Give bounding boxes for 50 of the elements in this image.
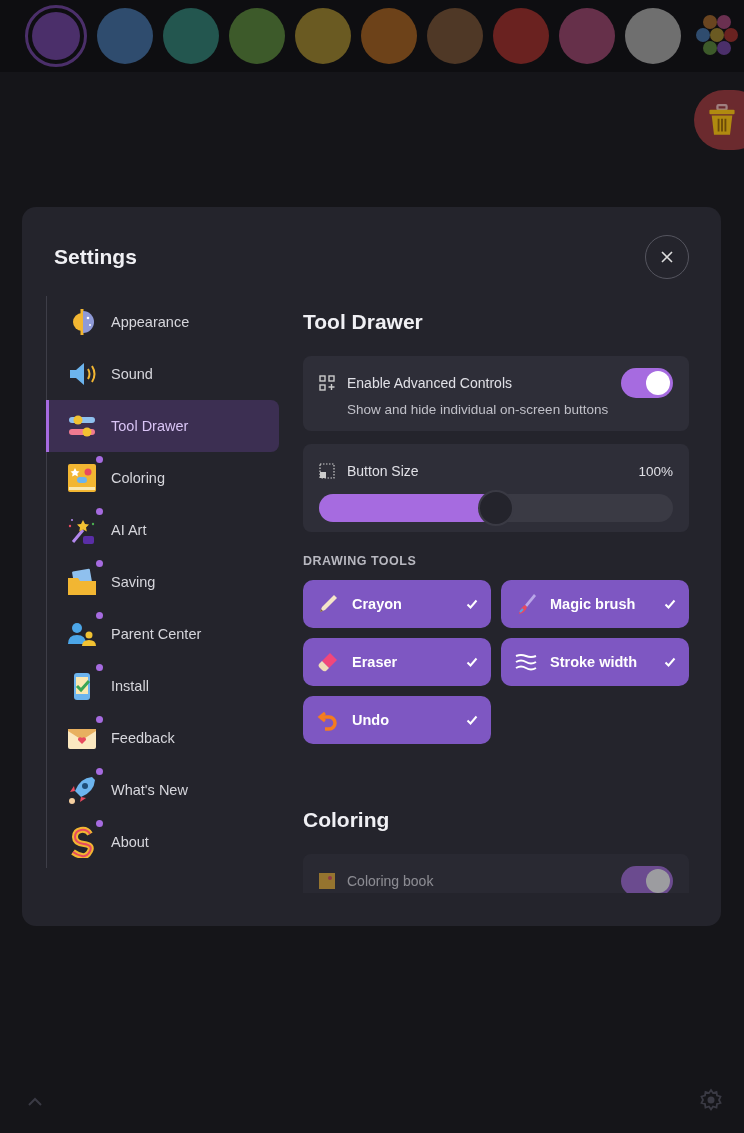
color-hexagons-icon[interactable] [695, 14, 739, 58]
resize-icon [319, 463, 335, 479]
dialog-title: Settings [54, 245, 137, 269]
sidebar-item[interactable]: Sound [46, 348, 279, 400]
setting-label: Coloring book [347, 873, 435, 889]
settings-icon[interactable] [699, 1088, 723, 1112]
picture-book-icon [66, 462, 98, 494]
tool-toggle[interactable]: Magic brush [501, 580, 689, 628]
color-swatch[interactable] [427, 8, 483, 64]
slider-value: 100% [638, 463, 673, 479]
close-icon [661, 251, 673, 263]
tool-toggle[interactable]: Crayon [303, 580, 491, 628]
tool-toggle[interactable]: Eraser [303, 638, 491, 686]
sidebar-item[interactable]: Coloring [46, 452, 279, 504]
tool-toggle[interactable]: Stroke width [501, 638, 689, 686]
section-label: DRAWING TOOLS [303, 554, 418, 568]
setting-description: Show and hide individual on-screen buttons [347, 402, 610, 417]
picture-book-icon [319, 873, 335, 889]
folder-photo-icon [66, 566, 98, 598]
sidebar-item[interactable]: AI Art [46, 504, 279, 556]
sidebar-item[interactable]: Tool Drawer [46, 400, 279, 452]
color-swatch[interactable] [625, 8, 681, 64]
color-swatch[interactable] [163, 8, 219, 64]
toggle-switch[interactable] [621, 368, 673, 398]
color-swatch[interactable] [229, 8, 285, 64]
grid-plus-icon [319, 375, 335, 391]
sidebar-item[interactable]: What's New [46, 764, 279, 816]
color-swatch[interactable] [97, 8, 153, 64]
toggle-switch[interactable] [621, 866, 673, 893]
color-swatch[interactable] [361, 8, 417, 64]
color-swatch[interactable] [493, 8, 549, 64]
trash-icon [708, 104, 736, 136]
sidebar-item[interactable]: Parent Center [46, 608, 279, 660]
sidebar-item[interactable]: Install [46, 660, 279, 712]
setting-label: Enable Advanced Controls [347, 375, 513, 391]
slider-thumb[interactable] [478, 490, 514, 526]
setting-label: Button Size [347, 463, 420, 479]
chevron-up-icon[interactable] [27, 1097, 43, 1107]
section-heading: Tool Drawer [303, 310, 424, 335]
section-heading: Coloring [303, 808, 391, 833]
color-swatch[interactable] [559, 8, 615, 64]
sidebar-item[interactable]: Feedback [46, 712, 279, 764]
trash-button[interactable] [694, 90, 744, 150]
color-swatch[interactable] [295, 8, 351, 64]
rocket-icon [66, 774, 98, 806]
sidebar-item[interactable]: Saving [46, 556, 279, 608]
tool-toggle[interactable]: Undo [303, 696, 491, 744]
sidebar-item[interactable]: About [46, 816, 279, 868]
sidebar-item[interactable]: Appearance [46, 296, 279, 348]
eraser-icon [316, 650, 340, 674]
